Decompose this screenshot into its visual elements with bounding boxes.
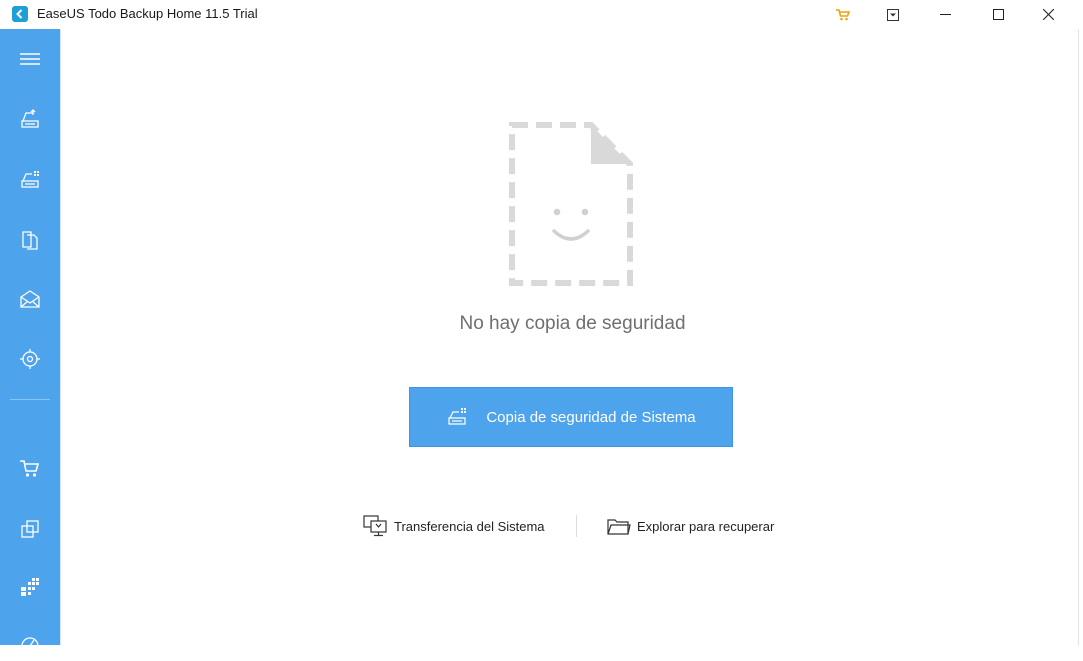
system-transfer-label: Transferencia del Sistema	[394, 518, 545, 534]
gauge-icon	[21, 637, 39, 647]
mail-backup-icon	[20, 290, 40, 308]
sidebar-item-more[interactable]	[0, 617, 60, 661]
menu-dropdown-icon	[887, 8, 899, 21]
tools-grid-icon	[21, 578, 39, 596]
empty-state-message: No hay copia de seguridad	[459, 313, 686, 334]
sidebar-item-store[interactable]	[0, 447, 60, 491]
sidebar-divider	[10, 399, 50, 400]
system-transfer-icon	[363, 515, 388, 537]
system-backup-icon	[446, 407, 468, 427]
empty-file-smiley-icon	[509, 122, 633, 286]
folder-icon	[607, 517, 631, 536]
system-transfer-link[interactable]: Transferencia del Sistema	[363, 514, 545, 538]
sidebar-item-system-backup[interactable]	[0, 157, 60, 201]
cart-button[interactable]	[820, 0, 866, 29]
cart-icon	[836, 8, 850, 20]
sidebar-item-menu[interactable]	[0, 37, 60, 81]
sidebar-item-clone[interactable]	[0, 507, 60, 551]
window-right-border	[1078, 29, 1079, 645]
file-backup-icon	[22, 231, 38, 250]
sidebar-item-tools[interactable]	[0, 565, 60, 609]
sidebar-item-smart-backup[interactable]	[0, 337, 60, 381]
system-backup-icon	[21, 171, 39, 188]
maximize-icon	[992, 9, 1004, 20]
sidebar-item-file-backup[interactable]	[0, 217, 60, 261]
minimize-icon	[939, 14, 951, 15]
system-backup-button-label: Copia de seguridad de Sistema	[486, 408, 696, 426]
sidebar-item-mail-backup[interactable]	[0, 277, 60, 321]
cart-icon	[20, 460, 40, 477]
app-logo-icon	[12, 6, 28, 22]
close-button[interactable]	[1025, 0, 1071, 29]
sidebar-item-disk-backup[interactable]	[0, 97, 60, 141]
explore-recover-link[interactable]: Explorar para recuperar	[607, 514, 774, 538]
target-icon	[20, 349, 40, 369]
links-divider	[576, 515, 577, 537]
hamburger-icon	[20, 53, 40, 65]
title-bar: EaseUS Todo Backup Home 11.5 Trial	[0, 0, 1083, 30]
window-title: EaseUS Todo Backup Home 11.5 Trial	[37, 6, 258, 21]
menu-dropdown-button[interactable]	[870, 0, 916, 29]
main-content: No hay copia de seguridad Copia de segur…	[60, 29, 1083, 645]
system-backup-button[interactable]: Copia de seguridad de Sistema	[409, 387, 733, 447]
clone-icon	[21, 520, 39, 538]
minimize-button[interactable]	[922, 0, 968, 29]
maximize-button[interactable]	[975, 0, 1021, 29]
disk-backup-icon	[21, 109, 39, 128]
explore-recover-label: Explorar para recuperar	[637, 518, 775, 534]
close-icon	[1042, 9, 1054, 20]
sidebar	[0, 29, 60, 647]
